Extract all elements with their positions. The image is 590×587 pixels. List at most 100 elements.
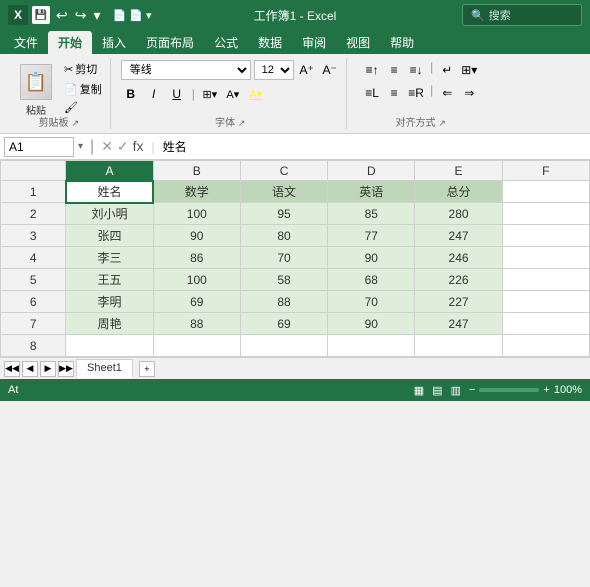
increase-indent-button[interactable]: ⇒ xyxy=(459,83,479,103)
italic-button[interactable]: I xyxy=(144,84,164,104)
table-cell[interactable]: 227 xyxy=(415,291,502,313)
table-cell[interactable]: 69 xyxy=(153,291,240,313)
undo-button[interactable]: ↩ xyxy=(54,7,70,24)
paste-button[interactable]: 📋 粘贴 xyxy=(14,60,58,121)
name-box[interactable]: A1 xyxy=(4,137,74,157)
table-cell[interactable] xyxy=(240,335,327,357)
table-cell[interactable]: 58 xyxy=(240,269,327,291)
row-header-6[interactable]: 6 xyxy=(1,291,66,313)
table-cell[interactable] xyxy=(502,203,589,225)
zoom-out-button[interactable]: − xyxy=(469,384,475,396)
increase-font-button[interactable]: A⁺ xyxy=(297,60,317,80)
formula-input[interactable] xyxy=(163,140,586,154)
col-header-C[interactable]: C xyxy=(240,161,327,181)
table-cell[interactable]: 100 xyxy=(153,203,240,225)
bold-button[interactable]: B xyxy=(121,84,141,104)
row-header-7[interactable]: 7 xyxy=(1,313,66,335)
table-cell[interactable]: 226 xyxy=(415,269,502,291)
table-cell[interactable]: 语文 xyxy=(240,181,327,203)
format-painter-button[interactable]: 🖌 xyxy=(62,100,104,115)
zoom-in-button[interactable]: + xyxy=(543,384,549,396)
sheet-nav-prev[interactable]: ◀ xyxy=(22,361,38,377)
table-cell[interactable]: 90 xyxy=(328,247,415,269)
table-cell[interactable]: 80 xyxy=(240,225,327,247)
table-cell[interactable] xyxy=(502,313,589,335)
table-cell[interactable]: 247 xyxy=(415,313,502,335)
view-normal-icon[interactable]: ▦ xyxy=(414,384,424,397)
table-cell[interactable] xyxy=(502,291,589,313)
table-cell[interactable]: 100 xyxy=(153,269,240,291)
fill-color-button[interactable]: A▾ xyxy=(223,84,243,104)
tab-view[interactable]: 视图 xyxy=(336,31,380,54)
align-left-button[interactable]: ≡L xyxy=(362,83,382,103)
tab-review[interactable]: 审阅 xyxy=(292,31,336,54)
table-cell[interactable]: 张四 xyxy=(66,225,153,247)
customize-qa-button[interactable]: ▾ xyxy=(91,7,102,24)
tab-file[interactable]: 文件 xyxy=(4,31,48,54)
search-box[interactable]: 🔍 搜索 xyxy=(462,4,582,26)
table-cell[interactable]: 姓名 xyxy=(66,181,153,203)
table-cell[interactable]: 70 xyxy=(328,291,415,313)
confirm-formula-icon[interactable]: ✓ xyxy=(117,138,129,155)
table-cell[interactable]: 王五 xyxy=(66,269,153,291)
table-cell[interactable]: 周艳 xyxy=(66,313,153,335)
table-cell[interactable]: 88 xyxy=(153,313,240,335)
underline-button[interactable]: U xyxy=(167,84,187,104)
table-cell[interactable]: 246 xyxy=(415,247,502,269)
font-color-button[interactable]: A▾ xyxy=(246,84,266,104)
table-cell[interactable] xyxy=(328,335,415,357)
table-cell[interactable]: 李明 xyxy=(66,291,153,313)
add-sheet-button[interactable]: + xyxy=(139,361,155,377)
align-bottom-button[interactable]: ≡↓ xyxy=(406,60,426,80)
row-header-1[interactable]: 1 xyxy=(1,181,66,203)
table-cell[interactable] xyxy=(502,225,589,247)
merge-center-button[interactable]: ⊞▾ xyxy=(459,60,479,80)
table-cell[interactable]: 李三 xyxy=(66,247,153,269)
tab-home[interactable]: 开始 xyxy=(48,31,92,54)
copy-button[interactable]: 📄复制 xyxy=(62,80,104,98)
wrap-text-button[interactable]: ↵ xyxy=(437,60,457,80)
align-center-button[interactable]: ≡ xyxy=(384,83,404,103)
sheet-nav-first[interactable]: ◀◀ xyxy=(4,361,20,377)
col-header-A[interactable]: A xyxy=(66,161,153,181)
redo-button[interactable]: ↪ xyxy=(73,7,89,24)
table-cell[interactable]: 77 xyxy=(328,225,415,247)
align-right-button[interactable]: ≡R xyxy=(406,83,426,103)
align-middle-button[interactable]: ≡ xyxy=(384,60,404,80)
table-cell[interactable]: 刘小明 xyxy=(66,203,153,225)
insert-function-icon[interactable]: fx xyxy=(133,138,144,155)
tab-data[interactable]: 数据 xyxy=(248,31,292,54)
row-header-4[interactable]: 4 xyxy=(1,247,66,269)
sheet-tab-sheet1[interactable]: Sheet1 xyxy=(76,359,133,378)
table-cell[interactable]: 85 xyxy=(328,203,415,225)
col-header-E[interactable]: E xyxy=(415,161,502,181)
table-cell[interactable]: 247 xyxy=(415,225,502,247)
table-cell[interactable] xyxy=(415,335,502,357)
sheet-nav-next[interactable]: ▶ xyxy=(40,361,56,377)
col-header-D[interactable]: D xyxy=(328,161,415,181)
table-cell[interactable]: 280 xyxy=(415,203,502,225)
sheet-nav-last[interactable]: ▶▶ xyxy=(58,361,74,377)
table-cell[interactable]: 68 xyxy=(328,269,415,291)
row-header-5[interactable]: 5 xyxy=(1,269,66,291)
decrease-font-button[interactable]: A⁻ xyxy=(320,60,340,80)
col-header-B[interactable]: B xyxy=(153,161,240,181)
tab-formula[interactable]: 公式 xyxy=(204,31,248,54)
table-cell[interactable]: 88 xyxy=(240,291,327,313)
tab-help[interactable]: 帮助 xyxy=(380,31,424,54)
decrease-indent-button[interactable]: ⇐ xyxy=(437,83,457,103)
font-size-select[interactable]: 12 xyxy=(254,60,294,80)
tab-insert[interactable]: 插入 xyxy=(92,31,136,54)
table-cell[interactable]: 总分 xyxy=(415,181,502,203)
font-name-select[interactable]: 等线 xyxy=(121,60,251,80)
table-cell[interactable] xyxy=(502,335,589,357)
cancel-formula-icon[interactable]: ✕ xyxy=(101,138,113,155)
row-header-8[interactable]: 8 xyxy=(1,335,66,357)
table-cell[interactable] xyxy=(502,181,589,203)
table-cell[interactable] xyxy=(153,335,240,357)
border-button[interactable]: ⊞▾ xyxy=(200,84,220,104)
table-cell[interactable]: 数学 xyxy=(153,181,240,203)
table-cell[interactable]: 英语 xyxy=(328,181,415,203)
view-preview-icon[interactable]: ▥ xyxy=(451,384,461,397)
align-top-button[interactable]: ≡↑ xyxy=(362,60,382,80)
